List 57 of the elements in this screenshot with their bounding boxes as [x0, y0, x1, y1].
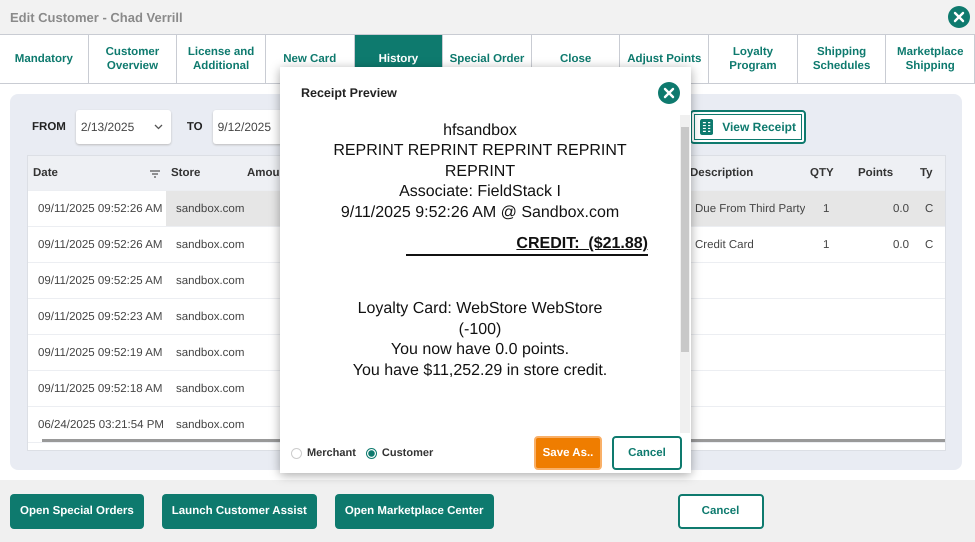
dialog-button[interactable]: Save As..: [534, 436, 602, 470]
table-cell-text: 06/24/2025 03:21:54 PM: [37, 418, 165, 432]
column-header: Date: [33, 167, 58, 179]
table-cell-text: sandbox.com: [175, 310, 245, 324]
table-cell-text: 09/11/2025 09:52:25 AM: [37, 274, 164, 288]
action-button[interactable]: Open Marketplace Center: [334, 494, 494, 528]
table-cell-text: sandbox.com: [175, 418, 245, 432]
receipt-line: You now have 0.0 points.: [390, 340, 570, 360]
column-header: Description: [690, 167, 754, 179]
dialog-title: Receipt Preview: [301, 86, 397, 100]
table-cell-text: 09/11/2025 09:52:23 AM: [37, 310, 164, 324]
window-title: Edit Customer - Chad Verrill: [10, 10, 183, 24]
radio-option[interactable]: Customer: [366, 447, 434, 460]
receipt-line: hfsandbox: [443, 120, 517, 141]
receipt-line: REPRINT REPRINT REPRINT REPRINT REPRINT: [332, 141, 628, 182]
action-button[interactable]: Launch Customer Assist: [162, 494, 317, 528]
table-cell-text: 1: [822, 238, 830, 252]
table-cell-text: 0.0: [892, 238, 910, 252]
table-cell-text: C: [924, 238, 934, 252]
close-button[interactable]: [658, 82, 680, 104]
table-cell: 0.0: [853, 191, 915, 226]
table-cell: sandbox.com: [166, 191, 245, 226]
receipt-line: Loyalty Card: WebStore WebStore: [358, 299, 602, 320]
close-button[interactable]: [948, 6, 970, 28]
from-label: FROM: [32, 121, 66, 133]
table-cell-text: sandbox.com: [175, 346, 245, 360]
receipt-icon: [700, 116, 714, 138]
scroll-bar[interactable]: [680, 114, 690, 434]
chevron-down-icon: [154, 124, 163, 130]
radio-button[interactable]: [366, 448, 377, 459]
dialog-button[interactable]: Cancel: [612, 436, 682, 470]
date-dropdown[interactable]: 2/13/2025: [76, 110, 171, 144]
table-cell-text: 09/11/2025 09:52:26 AM: [37, 238, 164, 252]
column-header: Ty: [920, 167, 933, 179]
close-icon: [658, 82, 680, 104]
action-button[interactable]: Cancel: [678, 494, 764, 528]
column-header: Amou: [247, 167, 280, 179]
table-cell-text: 09/11/2025 09:52:19 AM: [37, 346, 164, 360]
close-icon: [948, 6, 970, 28]
table-cell-text: 09/11/2025 09:52:18 AM: [37, 382, 164, 396]
table-cell: C: [915, 191, 945, 226]
radio-option[interactable]: Merchant: [291, 447, 356, 460]
table-cell-text: Credit Card: [694, 238, 755, 252]
receipt-total: CREDIT: ($21.88): [516, 235, 648, 252]
filter-icon[interactable]: [150, 170, 160, 178]
action-button[interactable]: Open Special Orders: [10, 494, 144, 528]
column-header: Store: [171, 167, 200, 179]
table-cell: 1: [805, 191, 853, 226]
column-header: QTY: [810, 167, 834, 179]
table-cell-text: sandbox.com: [175, 238, 245, 252]
column-header: Points: [858, 167, 894, 179]
receipt-line: 9/11/2025 9:52:26 AM @ Sandbox.com: [340, 202, 620, 223]
table-cell-text: sandbox.com: [175, 382, 245, 396]
table-cell-text: sandbox.com: [175, 274, 245, 288]
to-label: TO: [186, 121, 203, 133]
table-cell-text: 09/11/2025 09:52:26 AM: [37, 202, 164, 216]
view-receipt-button[interactable]: View Receipt: [690, 110, 806, 144]
